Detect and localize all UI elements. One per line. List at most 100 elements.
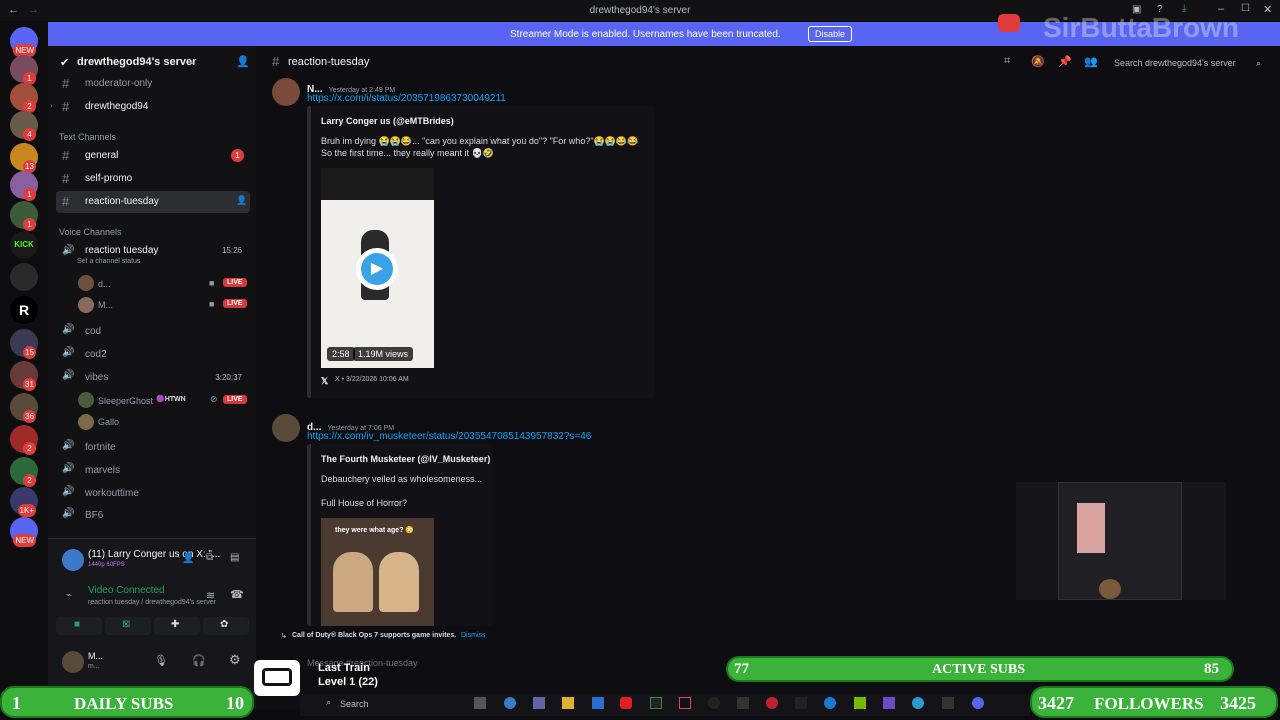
threads-icon[interactable]: ⌗ xyxy=(1004,55,1010,68)
live-badge: LIVE xyxy=(223,278,247,287)
member-list-icon[interactable]: 👥 xyxy=(1084,55,1098,68)
server-icon[interactable]: 13 xyxy=(10,143,38,173)
nvidia-icon[interactable] xyxy=(854,697,866,709)
add-member-icon[interactable]: 👤 xyxy=(236,195,247,206)
video-thumbnail[interactable]: ▶ 2:58 1.19M views xyxy=(321,168,434,368)
invite-icon[interactable]: 👤 xyxy=(182,553,194,564)
server-icon[interactable]: NEW xyxy=(10,27,38,57)
soundboard-button[interactable]: ✿ xyxy=(203,617,249,635)
activities-button[interactable]: ✚ xyxy=(154,617,200,635)
microphone-icon[interactable]: 🎙 xyxy=(154,654,168,667)
stream-preview[interactable] xyxy=(1016,482,1226,600)
channel-moderator-only[interactable]: # moderator-only xyxy=(56,73,250,95)
voice-channel-fortnite[interactable]: 🔊 fortnite xyxy=(56,437,250,459)
app-icon[interactable] xyxy=(795,697,807,709)
server-icon[interactable]: 2 xyxy=(10,83,38,113)
message-link[interactable]: https://x.com/i/status/20357198637300492… xyxy=(307,93,506,104)
server-icon[interactable]: 36 xyxy=(10,393,38,423)
copilot-icon[interactable] xyxy=(504,697,516,709)
banner-message: Streamer Mode is enabled. Usernames have… xyxy=(510,29,781,40)
avatar[interactable] xyxy=(272,78,300,106)
popout-icon[interactable]: ⧉ xyxy=(206,552,213,563)
notifications-icon[interactable]: 🔕 xyxy=(1031,55,1045,68)
disconnect-icon[interactable]: ☎ xyxy=(230,588,244,601)
connection-detail[interactable]: reaction tuesday / drewthegod94's server xyxy=(88,599,216,606)
embed-author[interactable]: Larry Conger us (@eMTBrides) xyxy=(321,116,454,126)
channel-self-promo[interactable]: # self-promo xyxy=(56,168,250,190)
disable-streamer-mode-button[interactable]: Disable xyxy=(808,26,853,42)
server-icon[interactable]: 1K+ xyxy=(10,487,38,517)
server-icon[interactable]: 2 xyxy=(10,457,38,487)
app-icon[interactable] xyxy=(942,697,954,709)
voice-user-name[interactable]: M... xyxy=(98,300,113,310)
store-icon[interactable] xyxy=(592,697,604,709)
message-link[interactable]: https://x.com/iv_musketeer/status/203554… xyxy=(307,431,591,442)
stop-stream-icon[interactable]: ▤ xyxy=(230,552,239,563)
taskview-icon[interactable] xyxy=(474,697,486,709)
voice-user-name[interactable]: Gallo xyxy=(98,417,119,427)
server-icon[interactable]: NEW xyxy=(10,517,38,547)
voice-channel-workouttime[interactable]: 🔊 workouttime xyxy=(56,483,250,505)
server-icon[interactable] xyxy=(10,263,38,291)
server-icon[interactable]: 2 xyxy=(10,425,38,455)
close-icon[interactable]: ✕ xyxy=(1263,3,1272,16)
embed-author[interactable]: The Fourth Musketeer (@IV_Musketeer) xyxy=(321,454,490,464)
voice-channel-reaction-tuesday[interactable]: 🔊 reaction tuesday 15:26 Set a channel s… xyxy=(56,240,250,270)
channel-general[interactable]: # general 1 xyxy=(56,145,250,167)
channel-reaction-tuesday[interactable]: # reaction-tuesday 👤 xyxy=(56,191,250,213)
file-explorer-icon[interactable] xyxy=(562,697,574,709)
opera-icon[interactable] xyxy=(766,697,778,709)
voice-user-name[interactable]: SleeperGhost xyxy=(98,396,153,406)
noise-suppression-icon[interactable]: ≋ xyxy=(206,589,215,602)
server-icon[interactable]: 1 xyxy=(10,171,38,201)
play-button[interactable]: ▶ xyxy=(356,248,398,290)
discord-icon[interactable] xyxy=(972,697,984,709)
text-channels-category[interactable]: Text Channels xyxy=(59,132,116,142)
obs-icon[interactable] xyxy=(708,697,720,709)
camera-icon: ■ xyxy=(209,299,215,309)
user-avatar[interactable] xyxy=(62,651,84,673)
voice-channel-bf6[interactable]: 🔊 BF6 xyxy=(56,505,250,527)
voice-channel-cod2[interactable]: 🔊 cod2 xyxy=(56,344,250,366)
voice-channels-category[interactable]: Voice Channels xyxy=(59,227,122,237)
cod-icon[interactable] xyxy=(737,697,749,709)
play-icon: ▶ xyxy=(361,253,393,285)
r-server-icon[interactable]: R xyxy=(10,296,38,324)
chevron-down-icon[interactable]: ⌄ xyxy=(188,56,196,67)
maximize-icon[interactable]: ☐ xyxy=(1241,3,1250,14)
teams-icon[interactable] xyxy=(533,697,545,709)
edge-icon[interactable] xyxy=(912,697,924,709)
server-icon[interactable]: 31 xyxy=(10,361,38,391)
server-icon[interactable]: 15 xyxy=(10,329,38,359)
app-icon[interactable] xyxy=(824,697,836,709)
channel-drewthegod94[interactable]: › # drewthegod94 xyxy=(50,96,250,118)
taskbar-search[interactable]: Search xyxy=(340,699,369,709)
video-thumbnail[interactable]: they were what age? 😳 xyxy=(321,518,434,626)
avatar[interactable] xyxy=(272,414,300,442)
voice-channel-cod[interactable]: 🔊 cod xyxy=(56,321,250,343)
youtube-icon[interactable] xyxy=(620,697,632,709)
tiktok-icon[interactable] xyxy=(679,697,691,709)
invite-people-icon[interactable]: 👤 xyxy=(236,55,250,68)
voice-channel-vibes[interactable]: 🔊 vibes 3:20:37 xyxy=(56,367,250,389)
app-icon[interactable] xyxy=(883,697,895,709)
headphones-icon[interactable]: 🎧 xyxy=(192,654,206,667)
voice-channel-marvels[interactable]: 🔊 marvels xyxy=(56,460,250,482)
voice-user-name[interactable]: d... xyxy=(98,279,111,289)
server-icon[interactable]: 4 xyxy=(10,111,38,141)
server-name-header[interactable]: drewthegod94's server xyxy=(77,56,196,68)
camera-button[interactable]: ■ xyxy=(56,617,102,635)
kick-server-icon[interactable]: KICK xyxy=(10,231,38,259)
embed-footer: X • 3/22/2026 10:06 AM xyxy=(335,376,409,383)
channel-status-prompt[interactable]: Set a channel status xyxy=(77,258,140,265)
pin-icon[interactable]: 📌 xyxy=(1058,55,1072,68)
xbox-icon[interactable] xyxy=(650,697,662,709)
server-icon[interactable]: 1 xyxy=(10,201,38,231)
server-icon[interactable]: 1 xyxy=(10,55,38,85)
search-input[interactable]: Search drewthegod94's server ⌕ xyxy=(1106,54,1266,72)
dismiss-link[interactable]: Dismiss xyxy=(461,632,486,639)
screen-share-button[interactable]: ⊠ xyxy=(105,617,151,635)
speaker-icon: 🔊 xyxy=(62,347,75,358)
signal-icon[interactable]: ⌁ xyxy=(66,590,72,601)
gear-icon[interactable]: ⚙ xyxy=(229,652,241,668)
